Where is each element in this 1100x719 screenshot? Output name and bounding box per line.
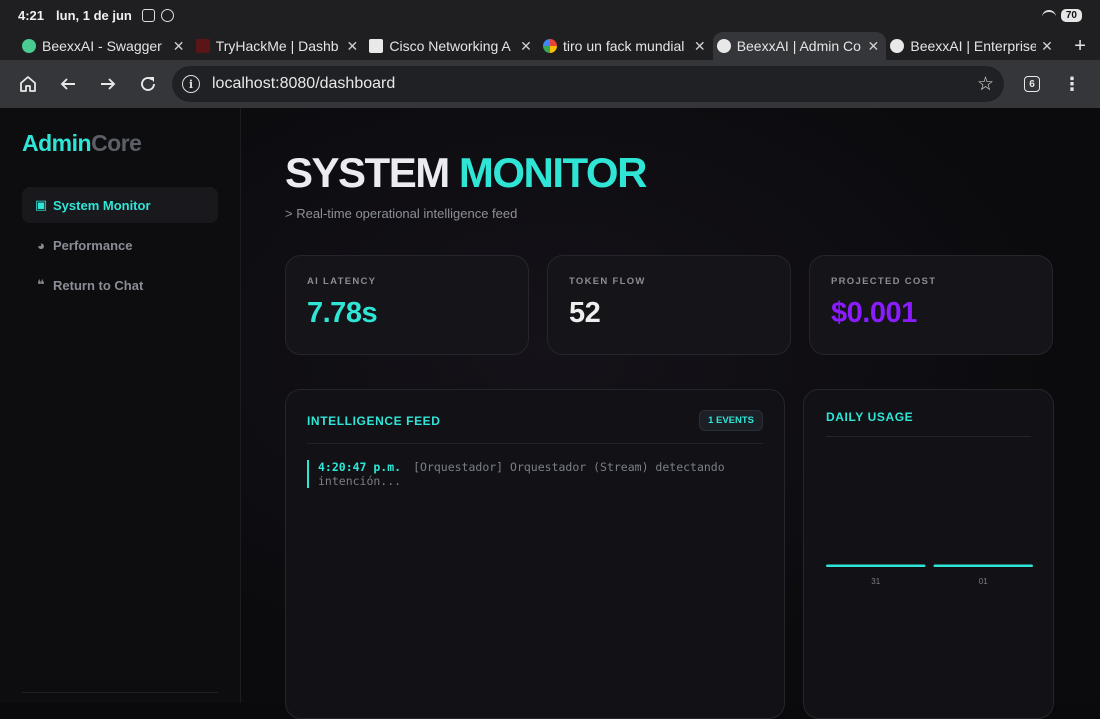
metric-card-ai-latency: AI LATENCY 7.78s [285, 255, 529, 355]
tab-switcher-button[interactable]: 6 [1012, 64, 1052, 104]
metric-value: $0.001 [831, 297, 917, 329]
home-icon [20, 76, 36, 92]
close-tab-icon[interactable]: ✕ [172, 38, 186, 55]
screenshot-icon [141, 8, 155, 22]
url-text[interactable]: localhost:8080/dashboard [212, 75, 977, 93]
globe-favicon-icon [890, 39, 905, 53]
sidebar-item-label: Performance [53, 237, 133, 253]
menu-button[interactable]: ⋮ [1052, 64, 1092, 104]
whatsapp-icon [160, 8, 174, 22]
metric-label: TOKEN FLOW [569, 276, 646, 287]
brand-part-core: Core [91, 130, 142, 156]
close-tab-icon[interactable]: ✕ [866, 38, 880, 55]
tab-label: BeexxAI - Swagger [42, 38, 162, 54]
page-title-part-1: SYSTEM [285, 149, 450, 196]
sidebar-item-return-to-chat[interactable]: ❝ Return to Chat [22, 267, 218, 303]
browser-tab-strip: BeexxAI - Swagger ✕ TryHackMe | Dashb ✕ … [0, 30, 1100, 60]
admin-app: AdminCore ▣ System Monitor ◕ Performance… [0, 108, 1100, 719]
site-info-icon[interactable]: i [182, 75, 200, 93]
usage-title: DAILY USAGE [826, 410, 1031, 437]
log-entry-body: 4:20:47 p.m. [Orquestador] Orquestador (S… [318, 460, 738, 488]
forward-button[interactable] [88, 64, 128, 104]
metric-cards: AI LATENCY 7.78s TOKEN FLOW 52 PROJECTED… [285, 255, 1053, 355]
browser-tab-active[interactable]: BeexxAI | Admin Co ✕ [712, 32, 887, 60]
usage-tick-label: 31 [871, 577, 880, 586]
battery-indicator: 70 [1060, 8, 1082, 22]
arrow-right-icon [101, 78, 116, 90]
browser-tab[interactable]: TryHackMe | Dashb ✕ [192, 32, 366, 60]
back-button[interactable] [48, 64, 88, 104]
sidebar-item-performance[interactable]: ◕ Performance [22, 227, 218, 263]
metric-label: AI LATENCY [307, 276, 377, 287]
address-bar[interactable]: i localhost:8080/dashboard ☆ [172, 66, 1004, 102]
close-tab-icon[interactable]: ✕ [345, 38, 359, 55]
daily-usage-panel: DAILY USAGE 31 01 [803, 389, 1054, 719]
intelligence-feed-panel: INTELLIGENCE FEED 1 EVENTS 4:20:47 p.m.[… [285, 389, 785, 719]
metric-label: PROJECTED COST [831, 276, 937, 287]
sidebar-divider [22, 692, 218, 693]
sidebar-item-label: System Monitor [53, 197, 151, 213]
metric-card-projected-cost: PROJECTED COST $0.001 [809, 255, 1053, 355]
browser-toolbar: i localhost:8080/dashboard ☆ 6 ⋮ [0, 60, 1100, 108]
tab-count-icon: 6 [1024, 76, 1040, 92]
usage-bar [826, 564, 926, 567]
wifi-icon [1041, 10, 1056, 20]
close-tab-icon[interactable]: ✕ [519, 38, 533, 55]
browser-tab[interactable]: tiro un fack mundial ✕ [539, 32, 713, 60]
close-tab-icon[interactable]: ✕ [1040, 38, 1054, 55]
browser-tab[interactable]: BeexxAI | Enterprise ✕ [886, 32, 1060, 60]
globe-favicon-icon [716, 39, 731, 53]
metric-value: 52 [569, 297, 601, 329]
status-date: lun, 1 de jun [56, 7, 132, 23]
page-title-part-2: MONITOR [458, 149, 648, 196]
feed-header: INTELLIGENCE FEED 1 EVENTS [307, 410, 763, 444]
new-tab-button[interactable]: + [1060, 32, 1100, 60]
sidebar: AdminCore ▣ System Monitor ◕ Performance… [0, 108, 241, 703]
metric-value: 7.78s [307, 297, 378, 329]
browser-tab[interactable]: Cisco Networking A ✕ [365, 32, 539, 60]
swagger-favicon-icon [22, 39, 36, 53]
close-tab-icon[interactable]: ✕ [693, 38, 707, 55]
tab-label: Cisco Networking A [389, 38, 511, 54]
usage-tick-label: 01 [979, 577, 988, 586]
usage-bar [933, 564, 1033, 567]
chip-icon: ▣ [34, 197, 48, 212]
cisco-favicon-icon [369, 39, 384, 53]
page-title: SYSTEM MONITOR [285, 152, 1100, 194]
home-button[interactable] [8, 64, 48, 104]
tab-label: tiro un fack mundial [563, 38, 685, 54]
more-vertical-icon: ⋮ [1063, 73, 1081, 94]
chat-bubbles-icon: ❝ [37, 277, 45, 292]
page-subtitle: > Real-time operational intelligence fee… [285, 206, 518, 221]
sidebar-item-label: Return to Chat [53, 277, 144, 293]
bookmark-star-icon[interactable]: ☆ [977, 73, 994, 96]
pie-chart-icon: ◕ [37, 237, 45, 253]
daily-usage-chart: 31 01 [826, 564, 1033, 586]
log-timestamp: 4:20:47 p.m. [318, 460, 402, 474]
sidebar-item-system-monitor[interactable]: ▣ System Monitor [22, 187, 218, 223]
tab-label: TryHackMe | Dashb [215, 38, 339, 54]
tab-label: BeexxAI | Enterprise [910, 38, 1037, 54]
panels-row: INTELLIGENCE FEED 1 EVENTS 4:20:47 p.m.[… [285, 389, 1100, 719]
feed-title: INTELLIGENCE FEED [307, 413, 441, 428]
reload-button[interactable] [128, 64, 168, 104]
tab-label: BeexxAI | Admin Co [736, 38, 861, 54]
main-content: SYSTEM MONITOR > Real-time operational i… [241, 108, 1100, 719]
brand-part-admin: Admin [22, 130, 92, 156]
log-entry: 4:20:47 p.m. [Orquestador] Orquestador (S… [307, 460, 763, 488]
reload-icon [141, 77, 155, 91]
metric-card-token-flow: TOKEN FLOW 52 [547, 255, 791, 355]
tryhackme-favicon-icon [195, 39, 210, 53]
arrow-left-icon [60, 78, 75, 90]
google-favicon-icon [543, 39, 558, 53]
status-bar: 4:21 lun, 1 de jun 70 [0, 0, 1100, 30]
status-time: 4:21 [18, 7, 45, 23]
browser-tab[interactable]: BeexxAI - Swagger ✕ [18, 32, 192, 60]
events-count-badge: 1 EVENTS [699, 410, 763, 431]
brand-logo: AdminCore [22, 130, 218, 157]
